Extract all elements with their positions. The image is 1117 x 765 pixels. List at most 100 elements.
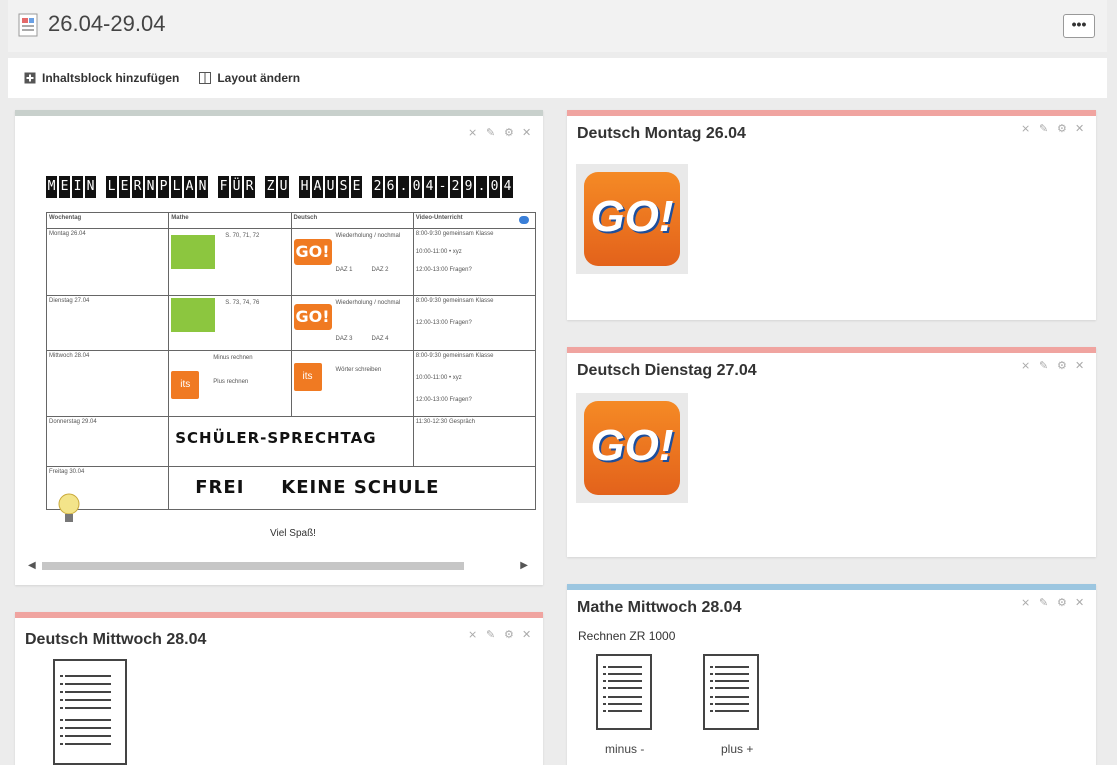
- page-title: 26.04-29.04: [48, 11, 166, 36]
- settings-icon[interactable]: ⚙: [1057, 598, 1068, 609]
- row-day: Montag 26.04: [45, 228, 170, 296]
- row-deutsch: GO! Wiederholung / nochmal DAZ 3 DAZ 4: [290, 295, 414, 351]
- banner-letter: [257, 176, 263, 198]
- edit-icon[interactable]: ✎: [1039, 124, 1050, 135]
- banner-letter: 0: [411, 176, 422, 198]
- settings-icon[interactable]: ⚙: [1057, 124, 1068, 135]
- row-sprechtag: SCHÜLER-SPRECHTAG: [168, 416, 414, 467]
- doc-line: [608, 673, 642, 675]
- go-app-icon[interactable]: GO!: [576, 164, 688, 274]
- row-mathe-text: Minus rechnen: [213, 355, 253, 361]
- doc-line: [608, 680, 642, 682]
- move-icon[interactable]: ⨯: [1021, 361, 1032, 372]
- block-color-bar: [15, 612, 543, 618]
- block-title: Deutsch Montag 26.04: [577, 125, 746, 142]
- video-line: 12:00-13:00 Fragen?: [415, 397, 472, 403]
- close-icon[interactable]: ✕: [522, 630, 533, 641]
- video-line: 8:00-9:30 gemeinsam Klasse: [415, 353, 494, 359]
- change-layout-button[interactable]: Layout ändern: [199, 71, 300, 85]
- edit-icon[interactable]: ✎: [1039, 598, 1050, 609]
- close-icon[interactable]: ✕: [1075, 124, 1086, 135]
- banner-letter: [291, 176, 297, 198]
- close-icon[interactable]: ✕: [1075, 361, 1086, 372]
- block-title: Mathe Mittwoch 28.04: [577, 599, 742, 616]
- add-block-button[interactable]: Inhaltsblock hinzufügen: [24, 71, 179, 85]
- banner-letter: .: [476, 176, 487, 198]
- video-line: 12:00-13:00 Fragen?: [415, 320, 472, 326]
- move-icon[interactable]: ⨯: [1021, 124, 1032, 135]
- page-header: 26.04-29.04 •••: [8, 0, 1107, 52]
- scroll-right-icon[interactable]: ▶: [520, 560, 528, 571]
- close-icon[interactable]: ✕: [1075, 598, 1086, 609]
- doc-line: [603, 673, 606, 675]
- block-color-bar: [567, 347, 1096, 353]
- settings-icon[interactable]: ⚙: [504, 128, 515, 139]
- settings-icon[interactable]: ⚙: [1057, 361, 1068, 372]
- edit-icon[interactable]: ✎: [1039, 361, 1050, 372]
- scroll-left-icon[interactable]: ◀: [28, 560, 36, 571]
- doc-line: [603, 703, 606, 705]
- banner-letter: 2: [450, 176, 461, 198]
- header-video: Video-Unterricht: [412, 212, 537, 229]
- header-video-label: Video-Unterricht: [415, 215, 463, 221]
- move-icon[interactable]: ⨯: [468, 630, 479, 641]
- banner-letter: -: [437, 176, 448, 198]
- doc-line: [60, 719, 63, 721]
- file-caption[interactable]: plus +: [721, 742, 753, 756]
- banner-letter: [364, 176, 370, 198]
- edit-icon[interactable]: ✎: [486, 630, 497, 641]
- sprechtag-text: SCHÜLER-SPRECHTAG: [175, 429, 377, 447]
- row-mathe: S. 73, 74, 76: [168, 295, 292, 351]
- row-video: 11:30-12:30 Gespräch: [412, 416, 537, 467]
- row-day: Dienstag 27.04: [45, 295, 170, 351]
- video-line: 10:00-11:00 • xyz: [415, 375, 462, 381]
- doc-line: [603, 666, 606, 668]
- file-caption[interactable]: minus -: [605, 742, 644, 756]
- banner-letter: I: [72, 176, 83, 198]
- doc-line: [60, 691, 63, 693]
- close-icon[interactable]: ✕: [522, 128, 533, 139]
- go-label: GO!: [590, 421, 674, 470]
- math-book-icon: [171, 235, 216, 269]
- doc-line: [608, 696, 642, 698]
- keine-schule-text: KEINE SCHULE: [281, 477, 440, 498]
- row-video: 8:00-9:30 gemeinsam Klasse 10:00-11:00 •…: [412, 350, 537, 417]
- doc-line: [715, 673, 749, 675]
- banner-letter: A: [184, 176, 195, 198]
- edit-icon[interactable]: ✎: [486, 128, 497, 139]
- more-options-button[interactable]: •••: [1063, 14, 1095, 38]
- document-icon[interactable]: [596, 654, 652, 730]
- doc-line: [710, 703, 713, 705]
- doc-line: [715, 666, 749, 668]
- go-app-icon[interactable]: GO!: [576, 393, 688, 503]
- banner-letter: H: [299, 176, 310, 198]
- banner-letter: Ü: [231, 176, 242, 198]
- block-actions: ⨯ ✎ ⚙ ✕: [468, 128, 533, 139]
- horizontal-scrollbar[interactable]: ◀ ▶: [28, 560, 528, 572]
- doc-line: [60, 683, 63, 685]
- doc-line: [710, 666, 713, 668]
- plan-banner: MEIN LERNPLAN FÜR ZU HAUSE 26.04-29.04: [46, 176, 514, 198]
- banner-letter: Z: [265, 176, 276, 198]
- banner-letter: P: [158, 176, 169, 198]
- block-color-bar: [567, 584, 1096, 590]
- doc-line: [60, 727, 63, 729]
- document-icon[interactable]: [703, 654, 759, 730]
- header-wochentag: Wochentag: [45, 212, 170, 229]
- banner-letter: S: [338, 176, 349, 198]
- banner-letter: R: [132, 176, 143, 198]
- row-mathe-text: Plus rechnen: [213, 379, 249, 385]
- banner-letter: 4: [502, 176, 513, 198]
- move-icon[interactable]: ⨯: [1021, 598, 1032, 609]
- scrollbar-thumb[interactable]: [42, 562, 464, 570]
- banner-letter: N: [85, 176, 96, 198]
- settings-icon[interactable]: ⚙: [504, 630, 515, 641]
- doc-line: [65, 683, 111, 685]
- doc-line: [60, 735, 63, 737]
- move-icon[interactable]: ⨯: [468, 128, 479, 139]
- doc-line: [60, 675, 63, 677]
- deutsch-dienstag-block: Deutsch Dienstag 27.04 ⨯ ✎ ⚙ ✕ GO!: [567, 347, 1096, 557]
- row-frei: FREI KEINE SCHULE: [168, 466, 536, 510]
- document-icon[interactable]: [53, 659, 127, 765]
- doc-line: [608, 710, 642, 712]
